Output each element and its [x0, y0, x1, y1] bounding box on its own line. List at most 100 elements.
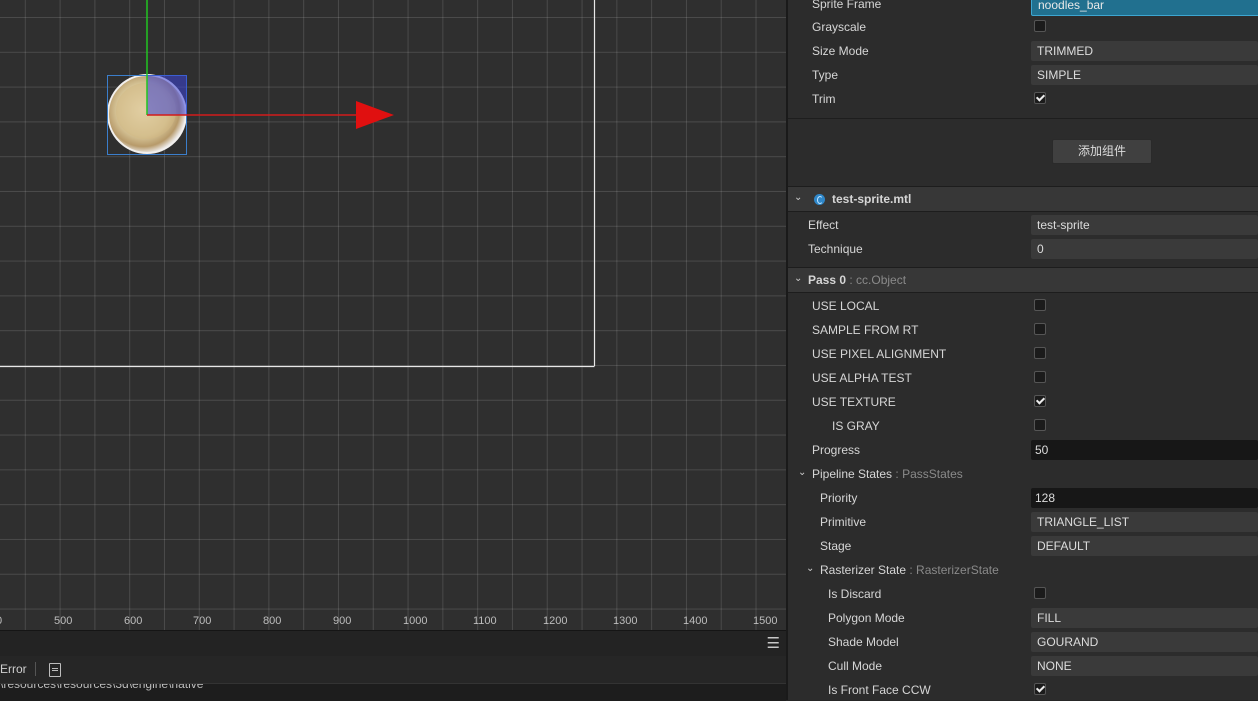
prop-label: Grayscale	[812, 20, 867, 34]
prop-stage: Stage DEFAULT	[788, 534, 1258, 558]
prop-cull-mode: Cull Mode NONE	[788, 654, 1258, 678]
prop-use-local: USE LOCAL	[788, 294, 1258, 318]
prop-grayscale: Grayscale	[788, 15, 1258, 39]
prop-label: Is Discard	[828, 587, 882, 601]
scene-view[interactable]: 0 500 600 700 800 900 1000 1100 1200 130…	[0, 0, 786, 630]
prop-use-alpha-test: USE ALPHA TEST	[788, 366, 1258, 390]
prop-use-pixel-alignment: USE PIXEL ALIGNMENT	[788, 342, 1258, 366]
prop-label: Cull Mode	[828, 659, 883, 673]
is-front-face-ccw-checkbox[interactable]	[1034, 683, 1046, 695]
prop-polygon-mode: Polygon Mode FILL	[788, 606, 1258, 630]
chevron-down-icon[interactable]: ⌄	[794, 191, 804, 205]
prop-is-front-face-ccw: Is Front Face CCW	[788, 678, 1258, 700]
rasterizer-state-header[interactable]: ⌄ Rasterizer State : RasterizerState	[788, 558, 1258, 582]
gizmo-plane-handle[interactable]	[147, 75, 187, 115]
ruler-tick: 1100	[473, 615, 497, 627]
field-value: DEFAULT	[1037, 539, 1091, 553]
prop-priority: Priority 128	[788, 486, 1258, 510]
toolbar-divider	[35, 662, 36, 676]
prop-label: USE LOCAL	[812, 299, 880, 313]
size-mode-select[interactable]: TRIMMED	[1031, 41, 1258, 61]
ruler-tick: 1500	[753, 615, 778, 627]
error-filter-toggle[interactable]: Error	[0, 662, 27, 676]
open-log-file-icon[interactable]	[49, 663, 61, 677]
prop-use-texture: USE TEXTURE	[788, 390, 1258, 414]
prop-label: Progress	[812, 443, 861, 457]
inspector-panel: Sprite Frame noodles_bar Grayscale Size …	[788, 0, 1258, 700]
prop-is-gray: IS GRAY	[788, 414, 1258, 438]
progress-input[interactable]: 50	[1031, 440, 1258, 460]
priority-input[interactable]: 128	[1031, 488, 1258, 508]
prop-trim: Trim	[788, 87, 1258, 111]
use-local-checkbox[interactable]	[1034, 299, 1046, 311]
prop-type: Type SIMPLE	[788, 63, 1258, 87]
prop-label: Priority	[820, 491, 858, 505]
use-alpha-test-checkbox[interactable]	[1034, 371, 1046, 383]
trim-checkbox[interactable]	[1034, 92, 1046, 104]
ruler-tick: 1000	[403, 615, 428, 627]
material-icon	[814, 194, 825, 205]
horizontal-ruler: 0 500 600 700 800 900 1000 1100 1200 130…	[0, 611, 786, 630]
effect-select[interactable]: test-sprite	[1031, 215, 1258, 235]
sample-from-rt-checkbox[interactable]	[1034, 323, 1046, 335]
is-gray-checkbox[interactable]	[1034, 419, 1046, 431]
field-value: 0	[1037, 242, 1044, 256]
prop-effect: Effect test-sprite	[788, 213, 1258, 237]
console-header: ☰	[0, 630, 786, 657]
chevron-down-icon[interactable]: ⌄	[806, 562, 816, 576]
primitive-select[interactable]: TRIANGLE_LIST	[1031, 512, 1258, 532]
ruler-tick: 900	[333, 615, 352, 627]
ruler-tick: 1400	[683, 615, 708, 627]
field-value: TRIANGLE_LIST	[1037, 515, 1130, 529]
prop-size-mode: Size Mode TRIMMED	[788, 39, 1258, 63]
prop-sprite-frame: Sprite Frame noodles_bar	[788, 0, 1258, 16]
console-log-area[interactable]: \resources\resources\3d\engine\native	[0, 683, 786, 701]
type-select[interactable]: SIMPLE	[1031, 65, 1258, 85]
pipeline-states-header[interactable]: ⌄ Pipeline States : PassStates	[788, 462, 1258, 486]
console-log-line: \resources\resources\3d\engine\native	[0, 683, 204, 691]
sprite-node[interactable]	[107, 0, 395, 155]
prop-sample-from-rt: SAMPLE FROM RT	[788, 318, 1258, 342]
use-pixel-alignment-checkbox[interactable]	[1034, 347, 1046, 359]
pass-section-header[interactable]: ⌄ Pass 0 : cc.Object	[788, 267, 1258, 293]
scene-canvas[interactable]	[0, 0, 786, 611]
hamburger-menu-icon[interactable]: ☰	[767, 636, 780, 651]
chevron-down-icon[interactable]: ⌄	[794, 272, 804, 286]
prop-label: Sprite Frame	[812, 0, 882, 11]
chevron-down-icon[interactable]: ⌄	[798, 466, 808, 480]
field-value: SIMPLE	[1037, 68, 1082, 82]
use-texture-checkbox[interactable]	[1034, 395, 1046, 407]
ruler-tick: 700	[193, 615, 212, 627]
ruler-tick: 1300	[613, 615, 638, 627]
field-value: FILL	[1037, 611, 1062, 625]
sprite-frame-asset-field[interactable]: noodles_bar	[1031, 0, 1258, 16]
material-section-header[interactable]: ⌄ test-sprite.mtl	[788, 186, 1258, 212]
stage-select[interactable]: DEFAULT	[1031, 536, 1258, 556]
prop-label: IS GRAY	[832, 419, 880, 433]
prop-label: Trim	[812, 92, 836, 106]
ruler-tick: 600	[124, 615, 143, 627]
pass-title: Pass 0 : cc.Object	[808, 273, 907, 287]
field-value: TRIMMED	[1037, 44, 1093, 58]
prop-label: Type	[812, 68, 839, 82]
shade-model-select[interactable]: GOURAND	[1031, 632, 1258, 652]
field-value: GOURAND	[1037, 635, 1099, 649]
prop-label: Is Front Face CCW	[828, 683, 931, 697]
prop-technique: Technique 0	[788, 237, 1258, 261]
polygon-mode-select[interactable]: FILL	[1031, 608, 1258, 628]
is-discard-checkbox[interactable]	[1034, 587, 1046, 599]
add-component-section: 添加组件	[788, 118, 1258, 187]
field-value: 50	[1035, 443, 1049, 457]
field-value: NONE	[1037, 659, 1072, 673]
prop-label: Polygon Mode	[828, 611, 905, 625]
prop-progress: Progress 50	[788, 438, 1258, 462]
cull-mode-select[interactable]: NONE	[1031, 656, 1258, 676]
prop-label: Technique	[808, 242, 863, 256]
gizmo-x-arrow[interactable]	[356, 101, 394, 129]
grayscale-checkbox[interactable]	[1034, 20, 1046, 32]
technique-select[interactable]: 0	[1031, 239, 1258, 259]
prop-label: USE TEXTURE	[812, 395, 896, 409]
add-component-button[interactable]: 添加组件	[1052, 139, 1152, 164]
field-value: noodles_bar	[1038, 0, 1105, 12]
prop-is-discard: Is Discard	[788, 582, 1258, 606]
